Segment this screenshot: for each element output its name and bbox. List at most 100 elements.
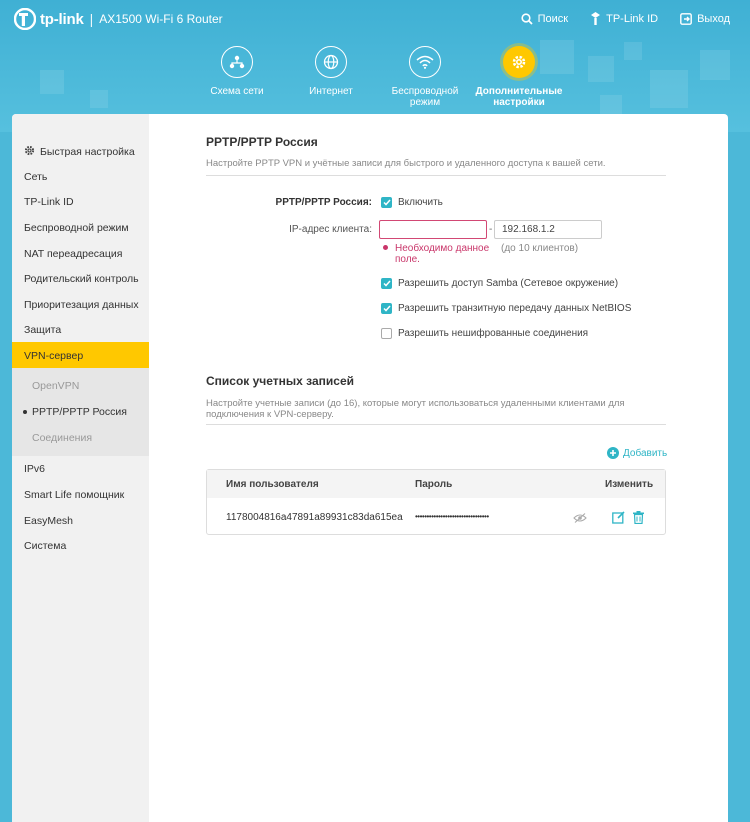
user-id-icon bbox=[590, 12, 601, 25]
sidebar-item-label: TP-Link ID bbox=[24, 196, 74, 208]
submenu-item-label: OpenVPN bbox=[32, 380, 80, 392]
nav-advanced-label: Дополнительные настройки bbox=[475, 86, 563, 108]
decor-square bbox=[90, 90, 108, 108]
globe-icon bbox=[315, 46, 347, 78]
sidebar-item-quick-setup[interactable]: Быстрая настройка bbox=[24, 145, 135, 159]
ip-client-label: IP-адрес клиента: bbox=[289, 224, 372, 235]
unencrypted-checkbox[interactable] bbox=[381, 328, 392, 339]
pptp-enable-label: PPTP/PPTP Россия: bbox=[275, 197, 372, 208]
nav-internet[interactable]: Интернет bbox=[284, 46, 378, 108]
nav-advanced[interactable]: Дополнительные настройки bbox=[472, 46, 566, 108]
tp-link-id-label: TP-Link ID bbox=[606, 12, 659, 25]
samba-option-label: Разрешить доступ Samba (Сетевое окружени… bbox=[398, 278, 619, 289]
nav-network-map-label: Схема сети bbox=[210, 86, 264, 97]
column-password: Пароль bbox=[415, 479, 453, 490]
submenu-item-pptp[interactable]: PPTP/PPTP Россия bbox=[23, 406, 127, 418]
wifi-icon bbox=[409, 46, 441, 78]
tp-link-id-button[interactable]: TP-Link ID bbox=[590, 12, 658, 25]
column-username: Имя пользователя bbox=[226, 479, 319, 490]
sidebar-item-vpn-server[interactable]: VPN-сервер bbox=[24, 350, 83, 362]
brand[interactable]: tp-link | AX1500 Wi-Fi 6 Router bbox=[13, 7, 223, 31]
search-button[interactable]: Поиск bbox=[521, 12, 568, 25]
sidebar: Быстрая настройка Сеть TP-Link ID Беспро… bbox=[12, 114, 149, 822]
decor-square bbox=[650, 70, 688, 108]
gear-icon bbox=[503, 46, 535, 78]
sidebar-item-tp-link-id[interactable]: TP-Link ID bbox=[24, 196, 74, 208]
eye-off-icon[interactable] bbox=[573, 511, 587, 525]
sidebar-item-easymesh[interactable]: EasyMesh bbox=[24, 515, 73, 527]
model-name: AX1500 Wi-Fi 6 Router bbox=[99, 12, 223, 26]
pptp-section-description: Настройте PPTP VPN и учётные записи для … bbox=[206, 158, 606, 169]
logout-label: Выход bbox=[697, 12, 730, 25]
pptp-enable-text: Включить bbox=[398, 197, 443, 208]
logout-button[interactable]: Выход bbox=[680, 12, 730, 25]
samba-checkbox[interactable] bbox=[381, 278, 392, 289]
sidebar-item-wireless[interactable]: Беспроводной режим bbox=[24, 222, 129, 234]
gear-icon bbox=[24, 145, 35, 159]
header: tp-link | AX1500 Wi-Fi 6 Router Поиск TP… bbox=[0, 0, 750, 132]
top-bar: tp-link | AX1500 Wi-Fi 6 Router Поиск TP… bbox=[0, 0, 750, 38]
ip-start-input[interactable] bbox=[379, 220, 487, 239]
accounts-section-title: Список учетных записей bbox=[206, 374, 355, 388]
sidebar-item-label: Smart Life помощник bbox=[24, 489, 125, 501]
netbios-checkbox[interactable] bbox=[381, 303, 392, 314]
sidebar-item-parental-control[interactable]: Родительский контроль bbox=[24, 273, 139, 285]
sidebar-item-label: Приоритезация данных bbox=[24, 299, 139, 311]
sidebar-item-label: Сеть bbox=[24, 171, 48, 183]
sidebar-item-nat[interactable]: NAT переадресация bbox=[24, 248, 122, 260]
add-icon bbox=[607, 447, 619, 459]
submenu-item-label: Соединения bbox=[32, 432, 93, 444]
nav-internet-label: Интернет bbox=[309, 86, 353, 97]
submenu-item-openvpn[interactable]: OpenVPN bbox=[32, 380, 79, 392]
edit-icon[interactable] bbox=[611, 510, 625, 524]
divider bbox=[206, 175, 666, 176]
decor-square bbox=[700, 50, 730, 80]
nav-wireless[interactable]: Беспроводной режим bbox=[378, 46, 472, 108]
decor-square bbox=[588, 56, 614, 82]
table-header: Имя пользователя Пароль Изменить bbox=[207, 470, 665, 498]
ip-range-dash: - bbox=[489, 224, 493, 235]
sidebar-item-label: Беспроводной режим bbox=[24, 222, 129, 234]
column-edit: Изменить bbox=[605, 479, 654, 490]
pptp-enable-checkbox[interactable] bbox=[381, 197, 392, 208]
divider bbox=[206, 424, 666, 425]
tp-link-logo-icon bbox=[13, 7, 37, 31]
sidebar-item-label: Система bbox=[24, 540, 67, 552]
nav-active-pointer bbox=[504, 121, 522, 131]
content-panel: Быстрая настройка Сеть TP-Link ID Беспро… bbox=[12, 114, 728, 822]
decor-square bbox=[624, 42, 642, 60]
add-account-button[interactable]: Добавить bbox=[607, 447, 667, 459]
pptp-section-title: PPTP/PPTP Россия bbox=[206, 135, 318, 149]
check-icon bbox=[382, 280, 391, 287]
decor-square bbox=[40, 70, 64, 94]
logout-icon bbox=[680, 12, 692, 25]
vpn-submenu: OpenVPN PPTP/PPTP Россия Соединения bbox=[12, 368, 149, 456]
nav-network-map[interactable]: Схема сети bbox=[190, 46, 284, 108]
delete-icon[interactable] bbox=[631, 510, 645, 524]
row-username: 1178004816a47891a89931c83da615ea bbox=[226, 512, 403, 523]
submenu-item-connections[interactable]: Соединения bbox=[32, 432, 92, 444]
search-icon bbox=[521, 12, 533, 25]
logo-separator: | bbox=[89, 11, 94, 27]
row-password: •••••••••••••••••••••••••••••••• bbox=[415, 512, 489, 521]
nav-wireless-label: Беспроводной режим bbox=[391, 86, 459, 108]
sidebar-item-label: Родительский контроль bbox=[24, 273, 139, 285]
unencrypted-option-label: Разрешить нешифрованные соединения bbox=[398, 328, 589, 339]
sidebar-item-label: Защита bbox=[24, 324, 62, 336]
current-dot bbox=[23, 410, 27, 414]
sidebar-item-qos[interactable]: Приоритезация данных bbox=[24, 299, 139, 311]
sidebar-item-system[interactable]: Система bbox=[24, 540, 66, 552]
sidebar-item-network[interactable]: Сеть bbox=[24, 171, 47, 183]
ip-end-input[interactable]: 192.168.1.2 bbox=[494, 220, 602, 239]
check-icon bbox=[382, 305, 391, 312]
search-label: Поиск bbox=[537, 12, 569, 25]
sidebar-item-smart-life[interactable]: Smart Life помощник bbox=[24, 489, 124, 501]
sidebar-item-ipv6[interactable]: IPv6 bbox=[24, 463, 45, 475]
sidebar-item-label: VPN-сервер bbox=[24, 350, 84, 362]
error-message: Необходимо данное поле. bbox=[395, 243, 490, 265]
accounts-table: Имя пользователя Пароль Изменить 1178004… bbox=[206, 469, 666, 535]
sidebar-item-label: IPv6 bbox=[24, 463, 46, 475]
top-actions: Поиск TP-Link ID Выход bbox=[521, 12, 730, 25]
clients-hint: (до 10 клиентов) bbox=[501, 243, 579, 254]
sidebar-item-security[interactable]: Защита bbox=[24, 324, 61, 336]
